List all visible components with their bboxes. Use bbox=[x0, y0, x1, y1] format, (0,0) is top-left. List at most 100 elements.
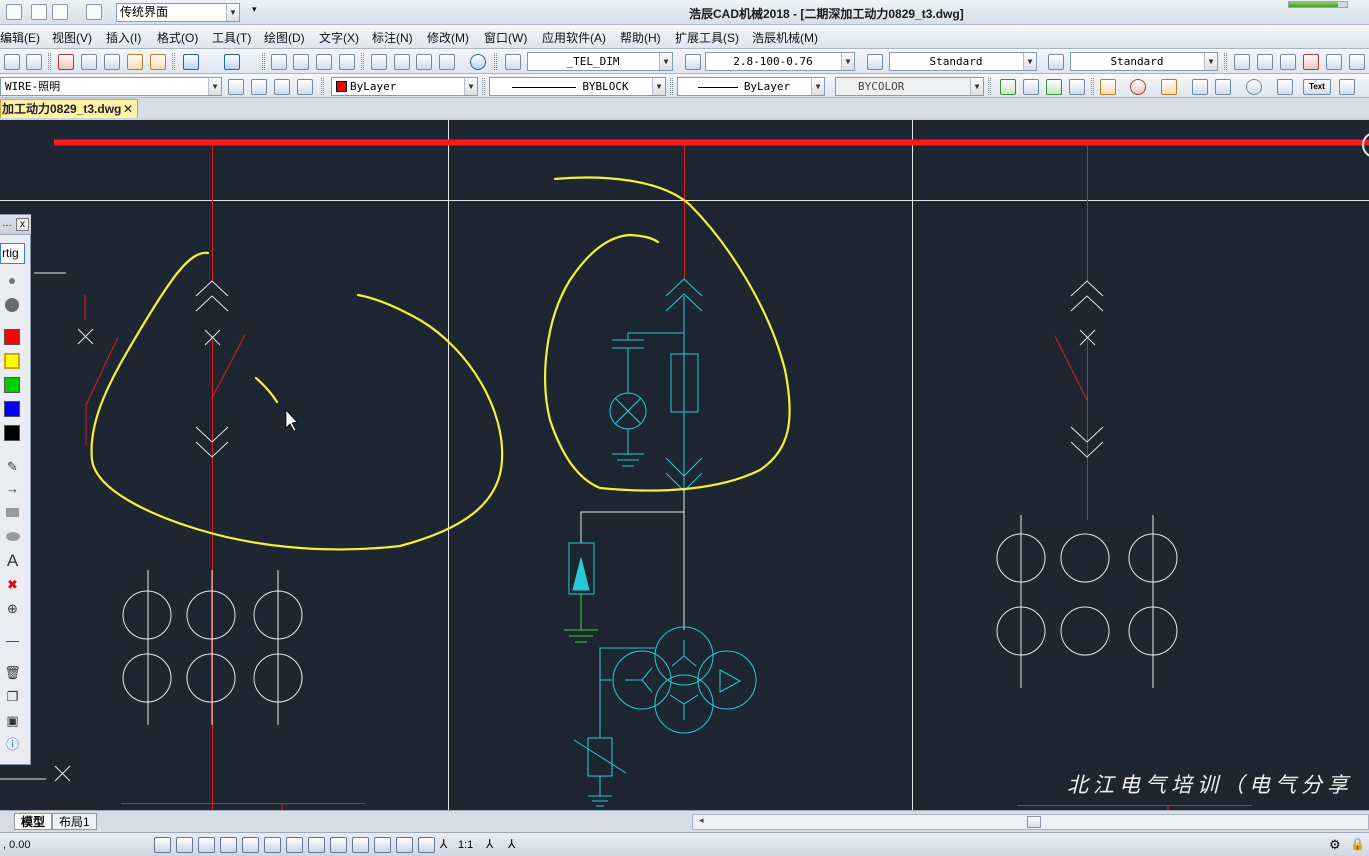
document-tab[interactable]: 加工动力0829_t3.dwg ✕ bbox=[0, 99, 138, 118]
arrow-icon[interactable]: → bbox=[4, 481, 21, 497]
layer-select[interactable]: WIRE-照明 ▼ bbox=[0, 77, 222, 96]
osnap-icon[interactable] bbox=[242, 837, 259, 853]
table-style-select[interactable]: Standard ▼ bbox=[889, 52, 1037, 71]
annotation-monitor-icon[interactable] bbox=[396, 837, 413, 853]
target-icon[interactable] bbox=[1130, 79, 1146, 95]
ellipse-icon[interactable] bbox=[4, 529, 21, 545]
green-color-swatch[interactable] bbox=[4, 377, 20, 393]
drawing-canvas[interactable]: 北江电气培训（电气分享 … x rtig ✎ → A ✖ ⊕ — 🗑 ❐ ▣ ⓘ bbox=[0, 120, 1369, 810]
dim-style-select[interactable]: 2.8-100-0.76 ▼ bbox=[705, 52, 855, 71]
new-icon[interactable] bbox=[4, 54, 20, 70]
menu-format[interactable]: 格式(O) bbox=[157, 29, 198, 46]
multileader-style-select[interactable]: Standard ▼ bbox=[1070, 52, 1218, 71]
ordinate-dim-icon[interactable] bbox=[1280, 54, 1296, 70]
chevron-down-icon[interactable]: ▼ bbox=[208, 78, 221, 95]
annotation-scale-icon[interactable]: ⅄ bbox=[440, 837, 457, 853]
horizontal-scrollbar[interactable]: ◂ bbox=[692, 814, 1369, 830]
menu-draw[interactable]: 绘图(D) bbox=[264, 29, 305, 46]
red-color-swatch[interactable] bbox=[4, 329, 20, 345]
table-style-icon[interactable] bbox=[867, 54, 883, 70]
selection-cycling-icon[interactable] bbox=[374, 837, 391, 853]
redo-icon[interactable] bbox=[86, 4, 102, 20]
chevron-down-icon[interactable]: ▼ bbox=[1204, 53, 1217, 70]
print-icon[interactable] bbox=[26, 54, 42, 70]
yellow-color-swatch[interactable] bbox=[4, 353, 20, 369]
scrollbar-thumb[interactable] bbox=[1027, 816, 1041, 828]
calculator-icon[interactable] bbox=[439, 54, 455, 70]
menu-insert[interactable]: 插入(I) bbox=[106, 29, 141, 46]
gear-icon[interactable]: ⚙ bbox=[1329, 837, 1346, 853]
tab-model[interactable]: 模型 bbox=[14, 813, 53, 830]
rotate-icon[interactable] bbox=[1246, 79, 1262, 95]
diameter-dim-icon[interactable] bbox=[1326, 54, 1342, 70]
print-icon[interactable] bbox=[31, 4, 47, 20]
ducs-icon[interactable] bbox=[286, 837, 303, 853]
chevron-down-icon[interactable]: ▼ bbox=[226, 4, 239, 21]
break-icon[interactable] bbox=[1161, 79, 1177, 95]
blue-color-swatch[interactable] bbox=[4, 401, 20, 417]
customize-icon[interactable]: ▾ bbox=[252, 4, 262, 20]
toolbar-grip[interactable] bbox=[321, 78, 324, 95]
angular-dim-icon[interactable] bbox=[1349, 54, 1365, 70]
redo-icon[interactable] bbox=[224, 54, 240, 70]
layer-states-icon[interactable] bbox=[274, 79, 290, 95]
trash-icon[interactable]: 🗑 bbox=[4, 665, 21, 681]
design-center-icon[interactable] bbox=[394, 54, 410, 70]
text-style-icon[interactable] bbox=[505, 54, 521, 70]
toolbar-grip[interactable] bbox=[482, 78, 485, 95]
aligned-dim-icon[interactable] bbox=[1257, 54, 1273, 70]
toolbar-grip[interactable] bbox=[494, 53, 497, 70]
paste-icon[interactable] bbox=[104, 54, 120, 70]
layer-manager-icon[interactable] bbox=[297, 79, 313, 95]
multileader-style-icon[interactable] bbox=[1048, 54, 1064, 70]
info-icon[interactable]: ⓘ bbox=[4, 737, 21, 753]
pen-icon[interactable]: ✎ bbox=[4, 459, 21, 475]
leader-icon[interactable] bbox=[1277, 79, 1293, 95]
toolbar-grip[interactable] bbox=[988, 78, 991, 95]
undo-icon[interactable] bbox=[183, 54, 199, 70]
cut-icon[interactable] bbox=[58, 54, 74, 70]
color-select[interactable]: ByLayer ▼ bbox=[331, 77, 478, 96]
chevron-down-icon[interactable]: ▼ bbox=[841, 53, 854, 70]
chevron-left-icon[interactable]: ◂ bbox=[699, 815, 704, 826]
menu-dimension[interactable]: 标注(N) bbox=[372, 29, 413, 46]
undo-icon[interactable] bbox=[52, 4, 68, 20]
layer-previous-icon[interactable] bbox=[251, 79, 267, 95]
menu-view[interactable]: 视图(V) bbox=[52, 29, 92, 46]
chevron-down-icon[interactable]: ▼ bbox=[464, 78, 477, 95]
table-icon[interactable] bbox=[1069, 79, 1085, 95]
linetype-select[interactable]: BYBLOCK ▼ bbox=[489, 77, 666, 96]
line-width-icon[interactable]: — bbox=[4, 633, 21, 649]
match-properties-icon[interactable] bbox=[127, 54, 143, 70]
radius-dim-icon[interactable] bbox=[1303, 54, 1319, 70]
toolbar-grip[interactable] bbox=[262, 53, 265, 70]
menu-window[interactable]: 窗口(W) bbox=[484, 29, 527, 46]
chevron-down-icon[interactable]: ▼ bbox=[811, 78, 824, 95]
grid-icon[interactable] bbox=[176, 837, 193, 853]
properties-icon[interactable] bbox=[371, 54, 387, 70]
make-layer-current-icon[interactable] bbox=[228, 79, 244, 95]
menu-help[interactable]: 帮助(H) bbox=[620, 29, 661, 46]
polar-icon[interactable] bbox=[220, 837, 237, 853]
tool-palettes-icon[interactable] bbox=[416, 54, 432, 70]
close-icon[interactable]: ✕ bbox=[123, 100, 133, 118]
lineweight-select[interactable]: ByLayer ▼ bbox=[677, 77, 825, 96]
measure-icon[interactable] bbox=[1215, 79, 1231, 95]
menu-text[interactable]: 文字(X) bbox=[319, 29, 359, 46]
pencil-icon[interactable] bbox=[1100, 79, 1116, 95]
filter-icon[interactable] bbox=[1192, 79, 1208, 95]
text-button[interactable]: Text bbox=[1303, 79, 1331, 95]
menu-tools[interactable]: 工具(T) bbox=[212, 29, 251, 46]
block-editor-icon[interactable] bbox=[150, 54, 166, 70]
toolbar-grip[interactable] bbox=[670, 78, 673, 95]
large-brush-icon[interactable] bbox=[5, 298, 19, 312]
toolbar-grip[interactable] bbox=[1091, 78, 1094, 95]
rectangle-icon[interactable] bbox=[4, 505, 21, 521]
zoom-realtime-icon[interactable] bbox=[293, 54, 309, 70]
copy-icon[interactable] bbox=[81, 54, 97, 70]
annotation-scale-value[interactable]: 1:1 bbox=[458, 839, 473, 851]
help-icon[interactable] bbox=[470, 54, 486, 70]
menu-applications[interactable]: 应用软件(A) bbox=[542, 29, 606, 46]
menu-gstarcad-mechanical[interactable]: 浩辰机械(M) bbox=[752, 29, 818, 46]
chevron-down-icon[interactable]: ▼ bbox=[652, 78, 665, 95]
